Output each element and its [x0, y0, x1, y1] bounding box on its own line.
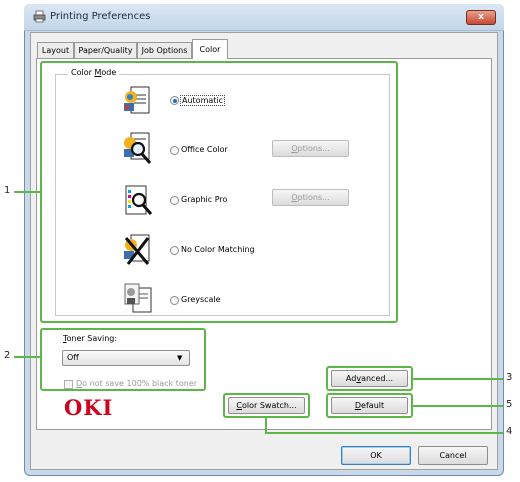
- window-title: Printing Preferences: [50, 11, 151, 22]
- tab-job-options[interactable]: Job Options: [137, 42, 192, 58]
- callout-box-toner-saving: [40, 328, 206, 391]
- ok-button[interactable]: OK: [341, 446, 411, 465]
- callout-box-color-mode: [40, 61, 398, 323]
- callout-box-advanced: [326, 366, 413, 391]
- callout-number-3: 3: [506, 372, 513, 383]
- printer-icon: [33, 10, 46, 26]
- callout-number-4: 4: [506, 426, 513, 437]
- callout-line-2: [14, 356, 40, 358]
- callout-line-5: [413, 405, 503, 407]
- callout-number-5: 5: [506, 399, 513, 410]
- callout-box-color-swatch: [223, 393, 310, 418]
- close-button[interactable]: x: [466, 10, 496, 25]
- callout-number-1: 1: [4, 185, 11, 196]
- callout-box-default: [326, 393, 413, 418]
- callout-number-2: 2: [4, 350, 11, 361]
- tab-layout[interactable]: Layout: [37, 42, 74, 58]
- callout-line-3: [413, 378, 503, 380]
- tab-paper-quality[interactable]: Paper/Quality: [74, 42, 137, 58]
- tab-color[interactable]: Color: [192, 39, 228, 59]
- callout-line-4: [265, 432, 503, 434]
- cancel-button[interactable]: Cancel: [418, 446, 488, 465]
- oki-logo: OKI: [64, 395, 114, 420]
- callout-line-1: [14, 191, 40, 193]
